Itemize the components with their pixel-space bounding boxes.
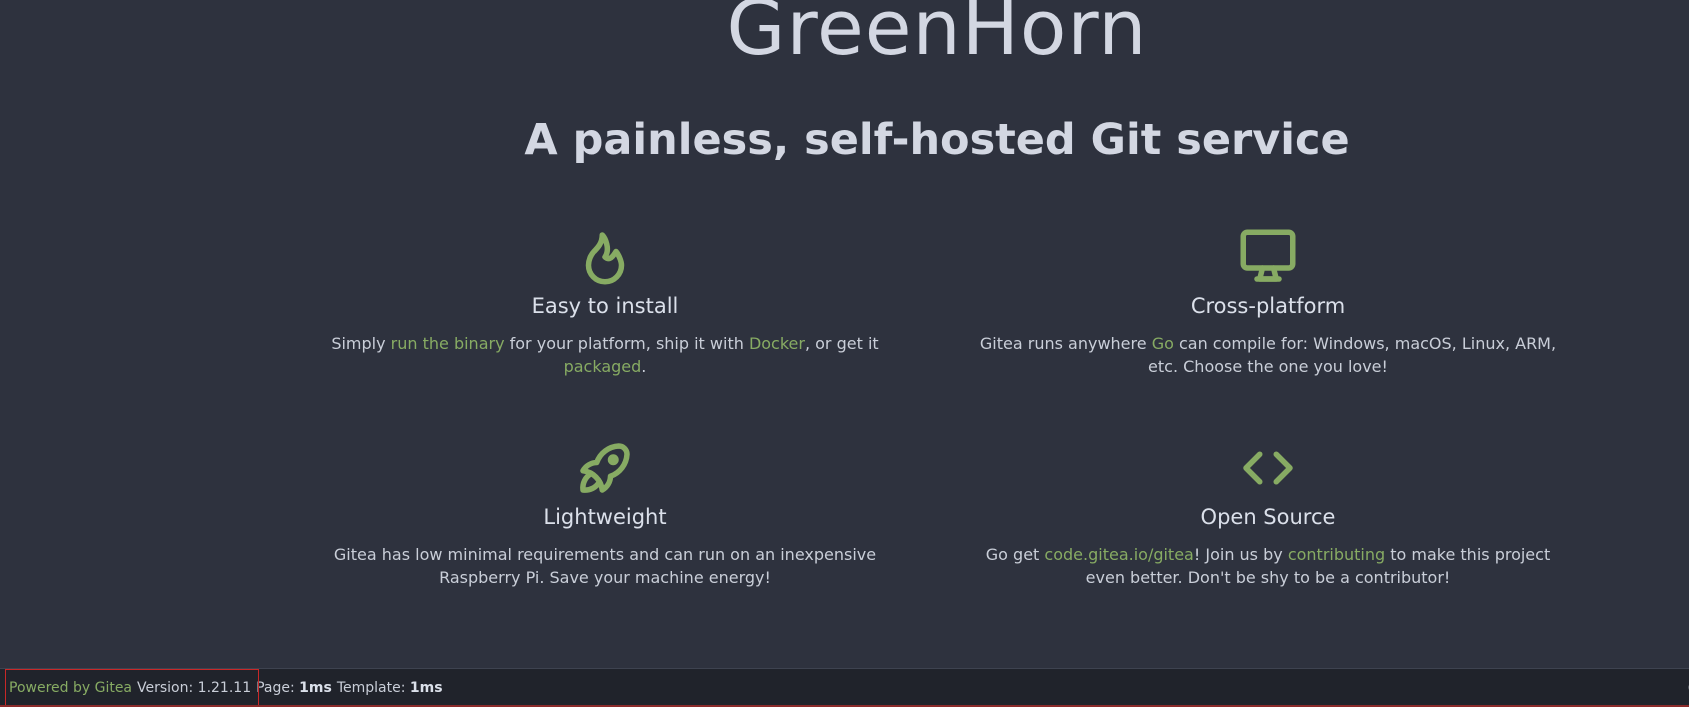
text: Simply — [331, 334, 391, 353]
feature-description: Go get code.gitea.io/gitea! Join us by c… — [968, 543, 1568, 589]
feature-title: Open Source — [1200, 505, 1336, 529]
page-footer: Powered by Gitea Version: 1.21.11 Page: … — [0, 668, 1689, 707]
template-label: Template: — [336, 680, 406, 696]
home-page: GreenHorn A painless, self-hosted Git se… — [0, 0, 1689, 707]
feature-description: Gitea runs anywhere Go can compile for: … — [968, 332, 1568, 378]
template-time-value: 1ms — [409, 680, 443, 696]
flame-icon — [305, 224, 905, 290]
monitor-icon — [968, 224, 1568, 290]
text: . — [641, 357, 647, 376]
docker-link[interactable]: Docker — [749, 334, 805, 353]
page-time: Page: 1ms — [256, 680, 332, 696]
text: , or get it — [804, 334, 879, 353]
text: can compile for: Windows, macOS, Linux, … — [1148, 334, 1557, 376]
feature-title: Cross-platform — [1190, 294, 1346, 318]
feature-title: Easy to install — [531, 294, 679, 318]
gitea-source-link[interactable]: code.gitea.io/gitea — [1044, 545, 1193, 564]
template-time: Template: 1ms — [337, 680, 443, 696]
contributing-link[interactable]: contributing — [1288, 545, 1385, 564]
page-label: Page: — [256, 680, 295, 696]
go-link[interactable]: Go — [1152, 334, 1174, 353]
feature-cross-platform: Cross-platform Gitea runs anywhere Go ca… — [968, 224, 1568, 378]
text: Gitea runs anywhere — [979, 334, 1152, 353]
feature-title: Lightweight — [543, 505, 667, 529]
code-icon — [968, 435, 1568, 501]
hero-subtitle: A painless, self-hosted Git service — [524, 115, 1350, 165]
feature-easy-install: Easy to install Simply run the binary fo… — [305, 224, 905, 378]
feature-lightweight: Lightweight Gitea has low minimal requir… — [305, 435, 905, 589]
text: for your platform, ship it with — [504, 334, 749, 353]
hero-title: GreenHorn — [726, 0, 1148, 72]
highlight-box — [5, 669, 259, 707]
packaged-link[interactable]: packaged — [564, 357, 642, 376]
text: Go get — [985, 545, 1045, 564]
feature-open-source: Open Source Go get code.gitea.io/gitea! … — [968, 435, 1568, 589]
text: ! Join us by — [1193, 545, 1288, 564]
page-time-value: 1ms — [299, 680, 332, 696]
feature-description: Gitea has low minimal requirements and c… — [333, 545, 877, 587]
rocket-icon — [305, 435, 905, 501]
feature-description: Simply run the binary for your platform,… — [305, 332, 905, 378]
run-binary-link[interactable]: run the binary — [391, 334, 505, 353]
